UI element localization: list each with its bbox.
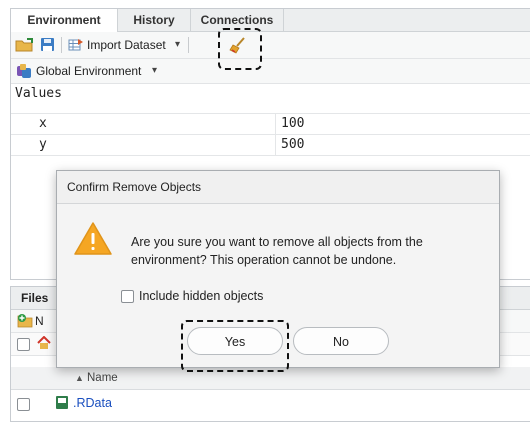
- new-folder-button[interactable]: N: [35, 314, 44, 328]
- tab-environment[interactable]: Environment: [11, 9, 118, 32]
- no-button[interactable]: No: [293, 327, 389, 355]
- warning-icon: [74, 222, 112, 255]
- home-icon[interactable]: [37, 336, 51, 350]
- import-dataset-button[interactable]: Import Dataset: [87, 38, 166, 52]
- environment-scope-bar: Global Environment ▾: [11, 59, 530, 84]
- include-hidden-checkbox[interactable]: [121, 290, 134, 303]
- yes-button[interactable]: Yes: [187, 327, 283, 355]
- tab-files[interactable]: Files: [21, 291, 48, 305]
- environment-toolbar: Import Dataset ▾: [11, 32, 530, 59]
- column-divider: [275, 114, 276, 134]
- tab-connections[interactable]: Connections: [191, 9, 284, 31]
- include-hidden-label: Include hidden objects: [139, 289, 264, 303]
- toolbar-divider: [61, 37, 62, 53]
- variable-name: x: [39, 116, 47, 131]
- column-divider: [275, 135, 276, 155]
- new-folder-icon[interactable]: [17, 313, 33, 328]
- dialog-title: Confirm Remove Objects: [57, 171, 499, 204]
- name-column-header[interactable]: Name: [87, 371, 118, 385]
- open-folder-icon[interactable]: [15, 37, 35, 53]
- rdata-file-icon: [56, 396, 68, 409]
- r-logo-icon: [17, 64, 31, 78]
- values-header: Values: [15, 86, 62, 101]
- save-icon[interactable]: [40, 37, 55, 52]
- sort-ascending-icon: ▲: [75, 373, 84, 383]
- file-checkbox[interactable]: [17, 398, 30, 411]
- variable-row[interactable]: x 100: [11, 113, 530, 134]
- global-environment-dropdown[interactable]: Global Environment: [36, 64, 141, 78]
- confirm-remove-dialog: Confirm Remove Objects Are you sure you …: [56, 170, 500, 368]
- chevron-down-icon[interactable]: ▾: [152, 64, 157, 78]
- tab-history[interactable]: History: [118, 9, 191, 31]
- variable-value: 500: [281, 137, 305, 152]
- variable-row[interactable]: y 500: [11, 134, 530, 156]
- chevron-down-icon[interactable]: ▾: [175, 38, 180, 52]
- import-dataset-icon: [68, 39, 83, 51]
- variable-value: 100: [281, 116, 305, 131]
- dialog-message: Are you sure you want to remove all obje…: [131, 235, 423, 267]
- files-column-header[interactable]: ▲ Name: [11, 367, 530, 390]
- toolbar-divider: [188, 37, 189, 53]
- select-all-checkbox[interactable]: [17, 338, 30, 351]
- file-row[interactable]: .RData: [11, 390, 530, 416]
- environment-tabbar: Environment History Connections: [11, 9, 530, 32]
- broom-icon[interactable]: [229, 36, 247, 54]
- variable-name: y: [39, 137, 47, 152]
- file-link[interactable]: .RData: [73, 396, 112, 410]
